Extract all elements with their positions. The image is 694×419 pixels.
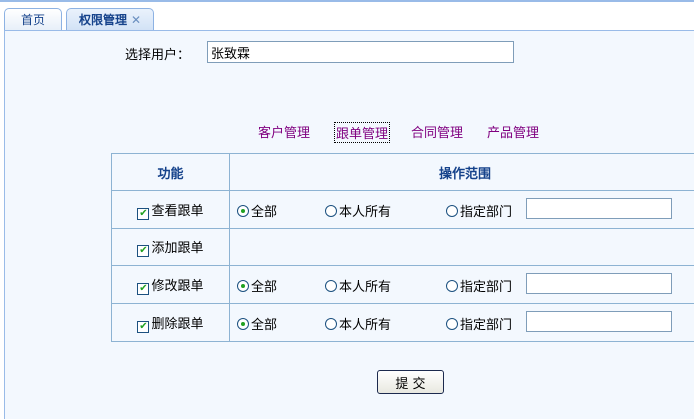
scope-cell xyxy=(229,228,694,266)
permission-table: 功能 操作范围 ✔ 查看跟单 全部 本人所有 指定部门 ✔ 添加跟单 ✔ 修改跟单 全部 本人所有 指定… xyxy=(111,153,694,342)
radio-icon[interactable] xyxy=(446,318,458,330)
tab-label: 首页 xyxy=(20,13,45,27)
function-cell: ✔ 修改跟单 xyxy=(111,265,230,304)
tab-bar: 首页 权限管理 ✕ xyxy=(0,0,694,33)
function-label: 查看跟单 xyxy=(151,203,204,219)
function-label: 修改跟单 xyxy=(151,278,204,294)
radio-label: 本人所有 xyxy=(339,318,392,333)
scope-radio-option[interactable]: 指定部门 xyxy=(446,314,512,333)
radio-label: 指定部门 xyxy=(460,280,513,295)
close-icon[interactable]: ✕ xyxy=(131,13,141,27)
checkbox[interactable]: ✔ xyxy=(137,320,150,333)
department-input[interactable] xyxy=(526,198,672,219)
scope-radio-option[interactable]: 本人所有 xyxy=(325,276,391,295)
function-cell: ✔ 删除跟单 xyxy=(111,303,230,342)
scope-cell: 全部 本人所有 指定部门 xyxy=(229,303,694,342)
scope-radio-option[interactable]: 指定部门 xyxy=(446,276,512,295)
scope-radio-option[interactable]: 全部 xyxy=(237,314,277,333)
module-link-product[interactable]: 产品管理 xyxy=(487,122,539,141)
module-link-customer[interactable]: 客户管理 xyxy=(258,122,310,141)
function-label: 添加跟单 xyxy=(151,241,204,256)
radio-label: 本人所有 xyxy=(339,280,392,295)
radio-icon[interactable] xyxy=(325,318,337,330)
checkbox[interactable]: ✔ xyxy=(137,207,150,220)
scope-radio-option[interactable]: 本人所有 xyxy=(325,201,391,220)
department-input[interactable] xyxy=(526,273,672,294)
radio-label: 指定部门 xyxy=(460,205,513,220)
table-row: ✔ 查看跟单 全部 本人所有 指定部门 xyxy=(111,190,694,229)
scope-radio-option[interactable]: 全部 xyxy=(237,201,277,220)
radio-icon[interactable] xyxy=(325,205,337,217)
function-cell: ✔ 添加跟单 xyxy=(111,228,230,266)
department-input[interactable] xyxy=(526,311,672,332)
scope-radio-option[interactable]: 本人所有 xyxy=(325,314,391,333)
radio-icon[interactable] xyxy=(325,280,337,292)
submit-button[interactable]: 提 交 xyxy=(377,370,444,394)
function-cell: ✔ 查看跟单 xyxy=(111,190,230,229)
header-function: 功能 xyxy=(111,153,230,191)
tab-label: 权限管理 xyxy=(78,13,127,27)
radio-label: 全部 xyxy=(251,318,278,333)
scope-radio-option[interactable]: 全部 xyxy=(237,276,277,295)
select-user-label: 选择用户： xyxy=(125,48,191,63)
scope-cell: 全部 本人所有 指定部门 xyxy=(229,265,694,304)
module-link-contract[interactable]: 合同管理 xyxy=(411,122,463,141)
function-label: 删除跟单 xyxy=(151,316,204,332)
checkbox[interactable]: ✔ xyxy=(137,282,150,295)
radio-icon[interactable] xyxy=(237,280,249,292)
radio-icon[interactable] xyxy=(237,205,249,217)
header-scope: 操作范围 xyxy=(229,153,694,191)
module-link-followup[interactable]: 跟单管理 xyxy=(334,122,391,143)
table-row: ✔ 删除跟单 全部 本人所有 指定部门 xyxy=(111,303,694,342)
scope-radio-option[interactable]: 指定部门 xyxy=(446,201,512,220)
scope-cell: 全部 本人所有 指定部门 xyxy=(229,190,694,229)
radio-label: 全部 xyxy=(251,280,278,295)
radio-icon[interactable] xyxy=(237,318,249,330)
user-input[interactable] xyxy=(207,41,514,63)
radio-icon[interactable] xyxy=(446,205,458,217)
radio-icon[interactable] xyxy=(446,280,458,292)
table-row: ✔ 添加跟单 xyxy=(111,228,694,266)
checkbox[interactable]: ✔ xyxy=(137,245,150,257)
radio-label: 本人所有 xyxy=(339,205,392,220)
radio-label: 指定部门 xyxy=(460,318,513,333)
radio-label: 全部 xyxy=(251,205,278,220)
table-row: ✔ 修改跟单 全部 本人所有 指定部门 xyxy=(111,265,694,304)
